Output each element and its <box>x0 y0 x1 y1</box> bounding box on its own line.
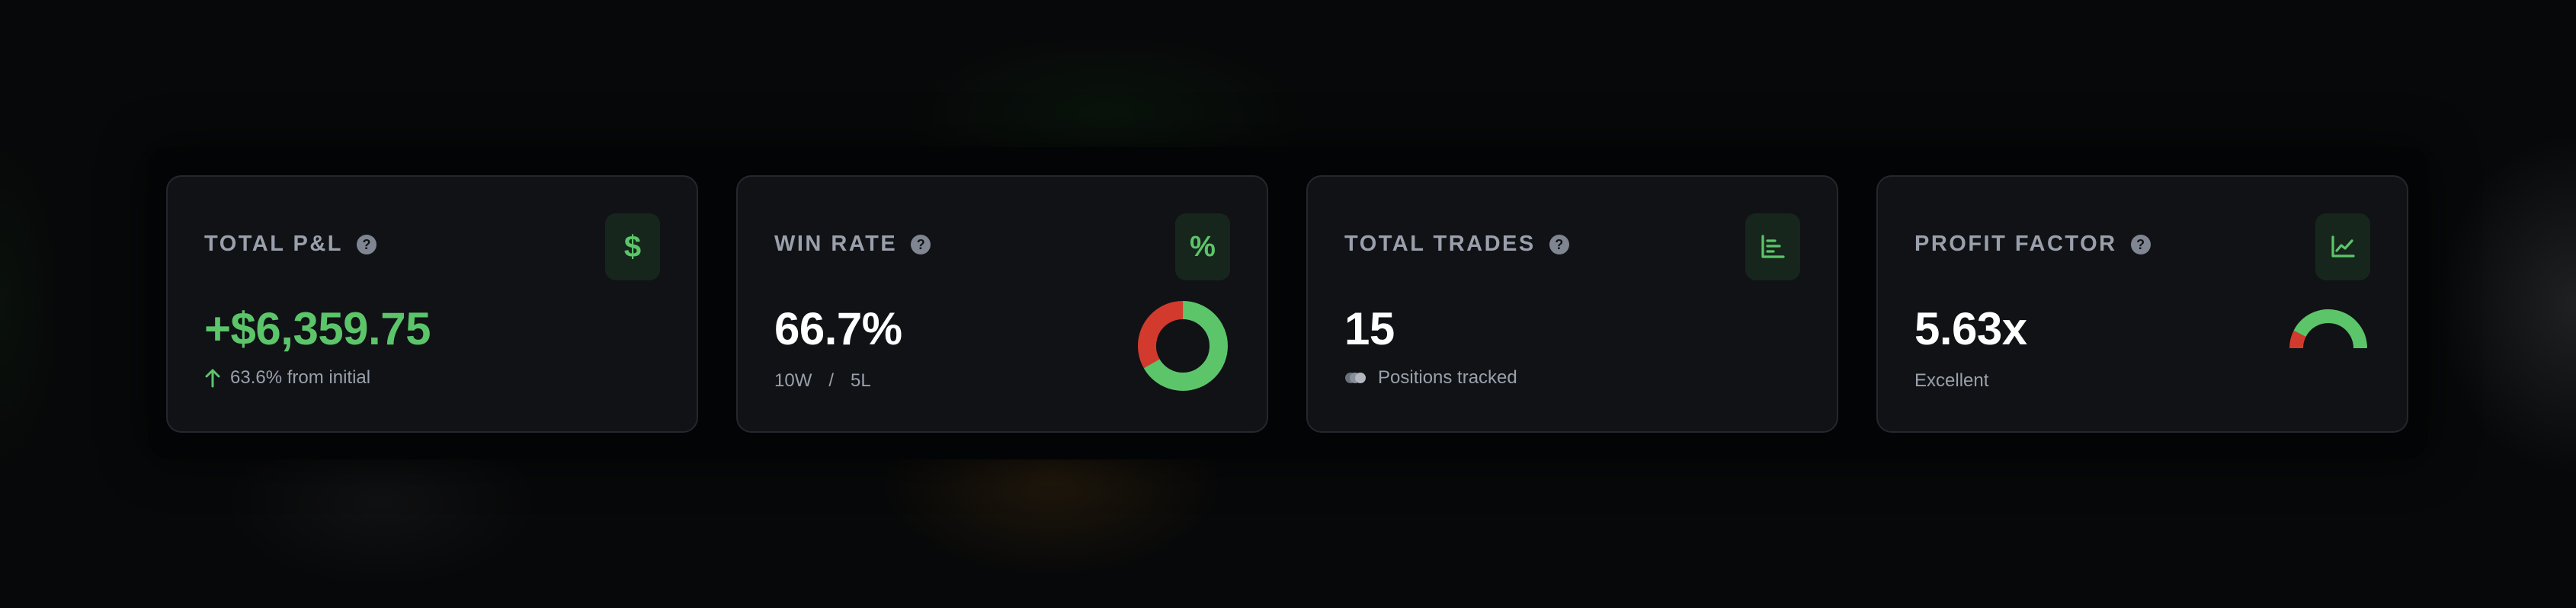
percent-icon: % <box>1175 213 1230 280</box>
line-chart-glyph <box>2331 235 2355 258</box>
separator: / <box>828 370 835 391</box>
win-rate-donut <box>1138 301 1228 391</box>
card-header: PROFIT FACTOR ? <box>1914 232 2151 257</box>
losses-count: 5L <box>851 370 871 391</box>
card-header: TOTAL P&L ? <box>204 232 376 257</box>
total-trades-value: 15 <box>1344 303 1395 354</box>
card-title: TOTAL TRADES <box>1344 232 1536 256</box>
question-circle-icon[interactable]: ? <box>2130 234 2151 254</box>
win-rate-card: WIN RATE ? % 66.7% 10W / 5L <box>736 175 1268 433</box>
total-pnl-value: +$6,359.75 <box>204 303 431 354</box>
pnl-change: 63.6% from initial <box>204 367 370 389</box>
profit-factor-value: 5.63x <box>1914 303 2027 354</box>
question-circle-icon[interactable]: ? <box>357 234 376 254</box>
positions-tracked-text: Positions tracked <box>1378 367 1517 388</box>
question-circle-icon[interactable]: ? <box>1549 234 1569 254</box>
total-trades-card: TOTAL TRADES ? 15 Positions tracked <box>1306 175 1838 433</box>
positions-tracked: Positions tracked <box>1344 367 1517 389</box>
profit-factor-rating: Excellent <box>1914 370 1988 392</box>
pnl-change-text: 63.6% from initial <box>230 367 371 388</box>
gauge-green-segment <box>2293 309 2367 349</box>
coins-stack-icon <box>1345 373 1366 383</box>
rating-text: Excellent <box>1914 370 1989 391</box>
win-loss-breakdown: 10W / 5L <box>774 370 871 392</box>
card-title: WIN RATE <box>774 232 898 256</box>
percent-glyph: % <box>1190 230 1216 263</box>
question-circle-icon[interactable]: ? <box>911 234 931 254</box>
total-pnl-card: TOTAL P&L ? $ +$6,359.75 63.6% from init… <box>166 175 698 433</box>
line-chart-icon <box>2315 213 2370 280</box>
bar-list-glyph <box>1761 235 1785 258</box>
dollar-icon: $ <box>605 213 660 280</box>
bar-list-icon <box>1745 213 1800 280</box>
profit-factor-gauge <box>2289 309 2367 349</box>
gauge-red-segment <box>2289 330 2306 349</box>
card-header: TOTAL TRADES ? <box>1344 232 1569 257</box>
card-title: TOTAL P&L <box>204 232 343 256</box>
card-title: PROFIT FACTOR <box>1914 232 2117 256</box>
card-header: WIN RATE ? <box>774 232 931 257</box>
wins-count: 10W <box>774 370 812 391</box>
dollar-glyph: $ <box>623 229 642 264</box>
arrow-up-icon <box>205 369 220 388</box>
profit-factor-card: PROFIT FACTOR ? 5.63x Excellent <box>1876 175 2408 433</box>
win-rate-value: 66.7% <box>774 303 902 354</box>
